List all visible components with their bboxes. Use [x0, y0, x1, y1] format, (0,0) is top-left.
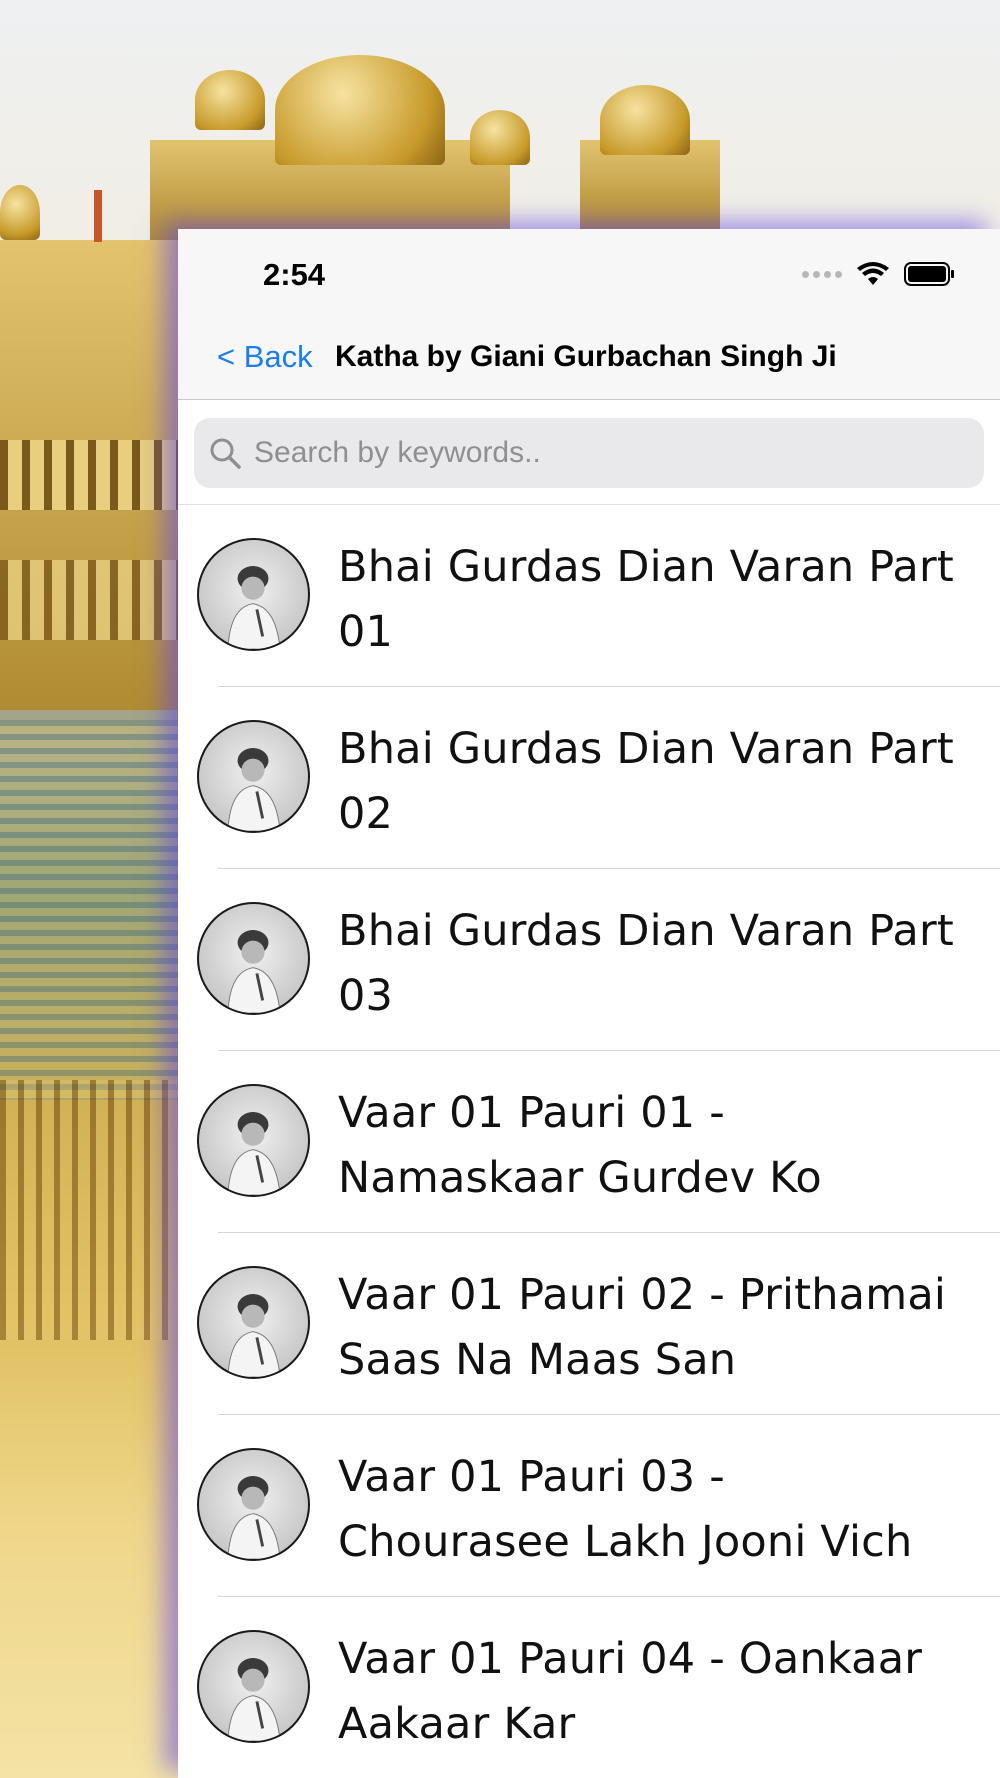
list-item[interactable]: Vaar 01 Pauri 04 - Oankaar Aakaar Kar	[178, 1597, 1000, 1778]
content-panel: 2:54 < Back Katha by Giani Gurbachan Sin…	[178, 229, 1000, 1778]
cellular-signal-icon	[802, 270, 842, 278]
search-input[interactable]	[252, 435, 856, 471]
speaker-portrait-icon	[197, 1266, 310, 1379]
list-item[interactable]: Bhai Gurdas Dian Varan Part 01	[178, 505, 1000, 687]
wifi-icon	[857, 262, 889, 285]
speaker-portrait-icon	[197, 1084, 310, 1197]
list-item[interactable]: Bhai Gurdas Dian Varan Part 02	[178, 687, 1000, 869]
list-item-title: Bhai Gurdas Dian Varan Part 01	[338, 542, 954, 657]
search-bar	[178, 400, 1000, 505]
page-title: Katha by Giani Gurbachan Singh Ji	[335, 340, 837, 373]
list-item[interactable]: Bhai Gurdas Dian Varan Part 03	[178, 869, 1000, 1051]
list-item[interactable]: Vaar 01 Pauri 03 - Chourasee Lakh Jooni …	[178, 1415, 1000, 1597]
search-icon	[210, 438, 241, 469]
list-item[interactable]: Vaar 01 Pauri 02 - Prithamai Saas Na Maa…	[178, 1233, 1000, 1415]
back-button[interactable]: < Back	[217, 339, 313, 375]
search-field-container[interactable]	[194, 418, 984, 488]
status-icons	[802, 261, 956, 287]
speaker-portrait-icon	[197, 538, 310, 651]
list-item-title: Vaar 01 Pauri 01 - Namaskaar Gurdev Ko	[338, 1088, 822, 1203]
list-item-title: Vaar 01 Pauri 03 - Chourasee Lakh Jooni …	[338, 1452, 913, 1567]
app-screen: 2:54 < Back Katha by Giani Gurbachan Sin…	[0, 0, 1000, 1778]
list-item-title: Vaar 01 Pauri 04 - Oankaar Aakaar Kar	[338, 1634, 923, 1749]
list-item-title: Vaar 01 Pauri 02 - Prithamai Saas Na Maa…	[338, 1270, 947, 1385]
speaker-portrait-icon	[197, 720, 310, 833]
list-item-title: Bhai Gurdas Dian Varan Part 02	[338, 724, 954, 839]
list-item[interactable]: Vaar 01 Pauri 01 - Namaskaar Gurdev Ko	[178, 1051, 1000, 1233]
speaker-portrait-icon	[197, 1630, 310, 1743]
speaker-portrait-icon	[197, 1448, 310, 1561]
battery-icon	[904, 262, 954, 286]
navigation-bar: < Back Katha by Giani Gurbachan Singh Ji	[178, 325, 1000, 400]
status-bar: 2:54	[178, 229, 1000, 325]
list-item-title: Bhai Gurdas Dian Varan Part 03	[338, 906, 954, 1021]
speaker-portrait-icon	[197, 902, 310, 1015]
katha-list: Bhai Gurdas Dian Varan Part 01 Bhai Gurd…	[178, 505, 1000, 1778]
status-time: 2:54	[263, 257, 326, 292]
